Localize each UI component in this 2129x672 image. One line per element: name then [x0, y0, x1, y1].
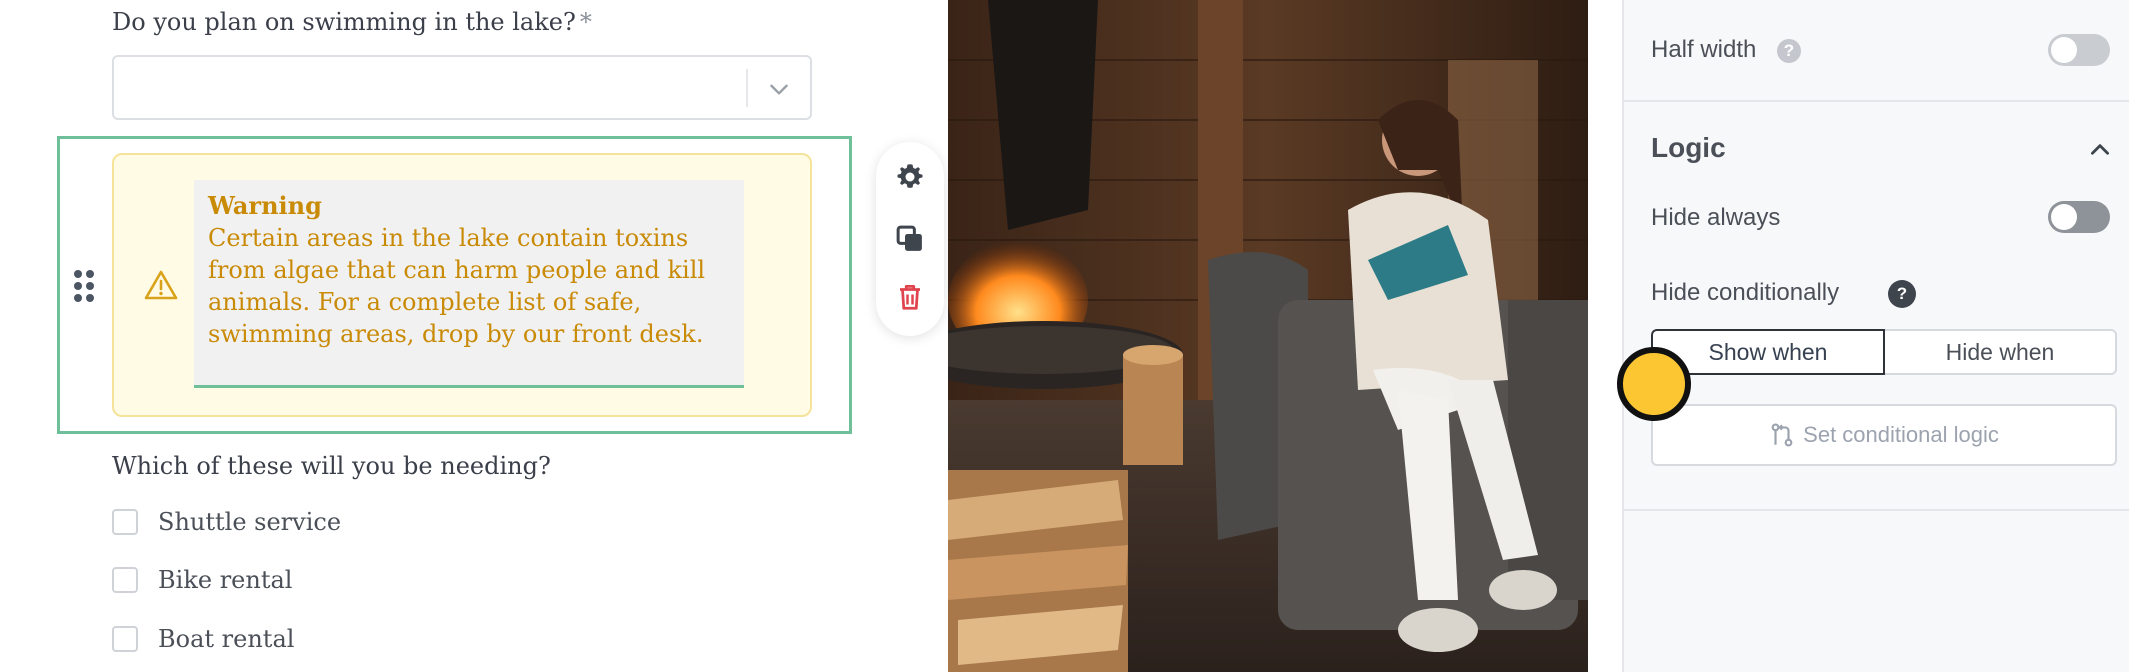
checkbox[interactable] [112, 567, 138, 593]
settings-panel: Half width ? Logic Hide always Hide cond… [1622, 0, 2129, 672]
warning-triangle-icon [144, 270, 178, 300]
cabin-reading-photo [948, 0, 1588, 672]
hide-conditionally-label: Hide conditionally [1651, 279, 1840, 306]
swimming-select[interactable] [112, 55, 812, 120]
checkbox[interactable] [112, 509, 138, 535]
branch-icon [1771, 423, 1793, 447]
gear-icon[interactable] [895, 162, 925, 192]
alert-title: Warning [208, 191, 322, 220]
required-marker: * [579, 8, 592, 36]
checkbox-label: Boat rental [158, 625, 295, 653]
trash-icon[interactable] [895, 282, 925, 312]
checkbox-label: Shuttle service [158, 508, 342, 536]
toggle-knob [2051, 37, 2077, 63]
chevron-up-icon[interactable] [2087, 137, 2113, 163]
duplicate-icon[interactable] [895, 224, 925, 254]
logic-section-title[interactable]: Logic [1651, 132, 1726, 164]
help-icon[interactable]: ? [1888, 280, 1916, 308]
set-conditional-logic-label: Set conditional logic [1803, 422, 1999, 447]
block-toolbar [876, 142, 944, 336]
checkbox-option-boat[interactable]: Boat rental [112, 625, 294, 653]
hide-when-button[interactable]: Hide when [1885, 329, 2117, 375]
pointer-cursor-indicator [1617, 347, 1691, 421]
half-width-label: Half width [1651, 36, 1757, 63]
form-canvas: Do you plan on swimming in the lake? * Wa… [0, 0, 948, 672]
checkbox-option-bike[interactable]: Bike rental [112, 566, 292, 594]
checkbox-option-shuttle[interactable]: Shuttle service [112, 508, 341, 536]
checkbox-label: Bike rental [158, 566, 293, 594]
drag-handle-icon[interactable] [72, 268, 96, 304]
question-swimming-text: Do you plan on swimming in the lake? [112, 8, 576, 36]
select-divider [746, 69, 748, 107]
question-swimming-label: Do you plan on swimming in the lake? * [112, 8, 592, 36]
chevron-down-icon[interactable] [766, 76, 792, 102]
half-width-toggle[interactable] [2048, 34, 2110, 66]
warning-alert[interactable]: Warning Certain areas in the lake contai… [112, 153, 812, 417]
set-conditional-logic-button[interactable]: Set conditional logic [1651, 404, 2117, 466]
divider [1624, 509, 2129, 511]
checkbox[interactable] [112, 626, 138, 652]
divider [1624, 100, 2129, 102]
hide-always-toggle[interactable] [2048, 201, 2110, 233]
question-needs-label: Which of these will you be needing? [112, 452, 551, 480]
hide-always-label: Hide always [1651, 204, 1781, 231]
alert-text-editor[interactable]: Warning Certain areas in the lake contai… [194, 180, 744, 388]
condition-mode-segmented-control: Show when Hide when [1651, 329, 2117, 375]
toggle-knob [2051, 204, 2077, 230]
help-icon[interactable]: ? [1777, 39, 1801, 63]
alert-body: Certain areas in the lake contain toxins… [208, 224, 706, 348]
